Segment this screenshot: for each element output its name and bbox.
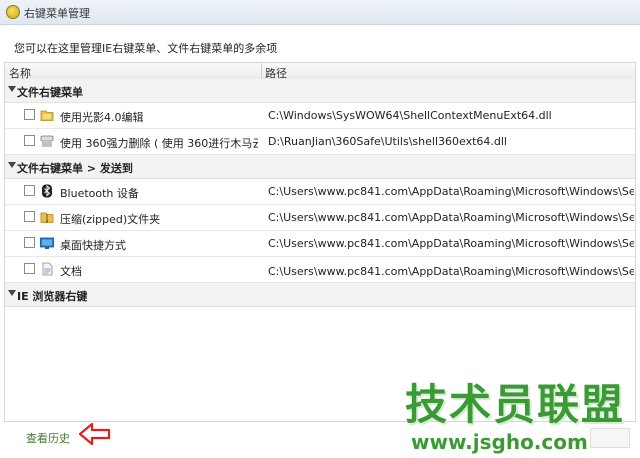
desktop-icon bbox=[40, 237, 54, 249]
row-path: C:\Users\www.pc841.com\AppData\Roaming\M… bbox=[268, 185, 634, 198]
document-icon bbox=[42, 262, 53, 276]
row-checkbox[interactable] bbox=[24, 109, 35, 120]
shredder-icon bbox=[40, 135, 54, 147]
watermark-url: www.jsgho.com bbox=[411, 430, 588, 454]
row-path: C:\Users\www.pc841.com\AppData\Roaming\M… bbox=[268, 237, 634, 250]
group-ie-context-menu[interactable]: IE 浏览器右键 bbox=[5, 283, 635, 307]
row-path: C:\Users\www.pc841.com\AppData\Roaming\M… bbox=[268, 265, 634, 278]
row-path: D:\RuanJian\360Safe\Utils\shell360ext64.… bbox=[268, 135, 507, 148]
row-path: C:\Users\www.pc841.com\AppData\Roaming\M… bbox=[268, 211, 634, 224]
app-logo-icon bbox=[6, 5, 20, 19]
window-title: 右键菜单管理 bbox=[24, 7, 90, 20]
site-watermark: 技术员联盟 www.jsgho.com bbox=[405, 380, 626, 455]
table-row[interactable]: 使用光影4.0编辑 C:\Windows\SysWOW64\ShellConte… bbox=[5, 103, 635, 129]
row-name: 压缩(zipped)文件夹 bbox=[60, 213, 161, 226]
column-divider[interactable] bbox=[261, 63, 262, 79]
group-send-to[interactable]: 文件右键菜单 > 发送到 bbox=[5, 155, 635, 179]
folder-icon bbox=[40, 110, 54, 121]
table-header: 名称 路径 bbox=[5, 63, 635, 80]
table-row[interactable]: Bluetooth 设备 C:\Users\www.pc841.com\AppD… bbox=[5, 179, 635, 205]
row-path: C:\Windows\SysWOW64\ShellContextMenuExt6… bbox=[268, 109, 552, 122]
close-button[interactable] bbox=[590, 428, 630, 448]
table-row[interactable]: 桌面快捷方式 C:\Users\www.pc841.com\AppData\Ro… bbox=[5, 231, 635, 257]
table-row[interactable]: 使用 360强力删除 ( 使用 360进行木马云查杀 D:\RuanJian\3… bbox=[5, 129, 635, 155]
row-checkbox[interactable] bbox=[24, 135, 35, 146]
group-label: 文件右键菜单 bbox=[17, 86, 83, 99]
row-name: 桌面快捷方式 bbox=[60, 239, 126, 252]
table-row[interactable]: 文档 C:\Users\www.pc841.com\AppData\Roamin… bbox=[5, 257, 635, 283]
menu-item-table: 名称 路径 文件右键菜单 使用光影4.0编辑 C:\Windows\SysWOW… bbox=[4, 62, 636, 422]
expand-arrow-icon[interactable] bbox=[8, 162, 16, 168]
expand-arrow-icon[interactable] bbox=[8, 86, 16, 92]
view-history-link[interactable]: 查看历史 bbox=[26, 430, 70, 446]
row-name: 使用 360强力删除 ( 使用 360进行木马云查杀 bbox=[60, 137, 258, 150]
title-bar: 右键菜单管理 bbox=[0, 0, 640, 25]
group-label: IE 浏览器右键 bbox=[17, 290, 88, 303]
left-arrow-icon bbox=[78, 422, 111, 446]
watermark-title: 技术员联盟 bbox=[405, 380, 626, 429]
table-row[interactable]: 压缩(zipped)文件夹 C:\Users\www.pc841.com\App… bbox=[5, 205, 635, 231]
row-name: Bluetooth 设备 bbox=[60, 187, 139, 200]
row-checkbox[interactable] bbox=[24, 237, 35, 248]
row-checkbox[interactable] bbox=[24, 263, 35, 274]
row-name: 使用光影4.0编辑 bbox=[60, 111, 144, 124]
page-description: 您可以在这里管理IE右键菜单、文件右键菜单的多余项 bbox=[14, 42, 278, 55]
expand-arrow-icon[interactable] bbox=[8, 290, 16, 296]
group-label: 文件右键菜单 > 发送到 bbox=[17, 162, 133, 175]
row-checkbox[interactable] bbox=[24, 185, 35, 196]
row-name: 文档 bbox=[60, 265, 82, 278]
zip-folder-icon bbox=[40, 212, 54, 223]
group-file-context-menu[interactable]: 文件右键菜单 bbox=[5, 79, 635, 103]
bluetooth-icon bbox=[42, 184, 52, 198]
row-checkbox[interactable] bbox=[24, 211, 35, 222]
